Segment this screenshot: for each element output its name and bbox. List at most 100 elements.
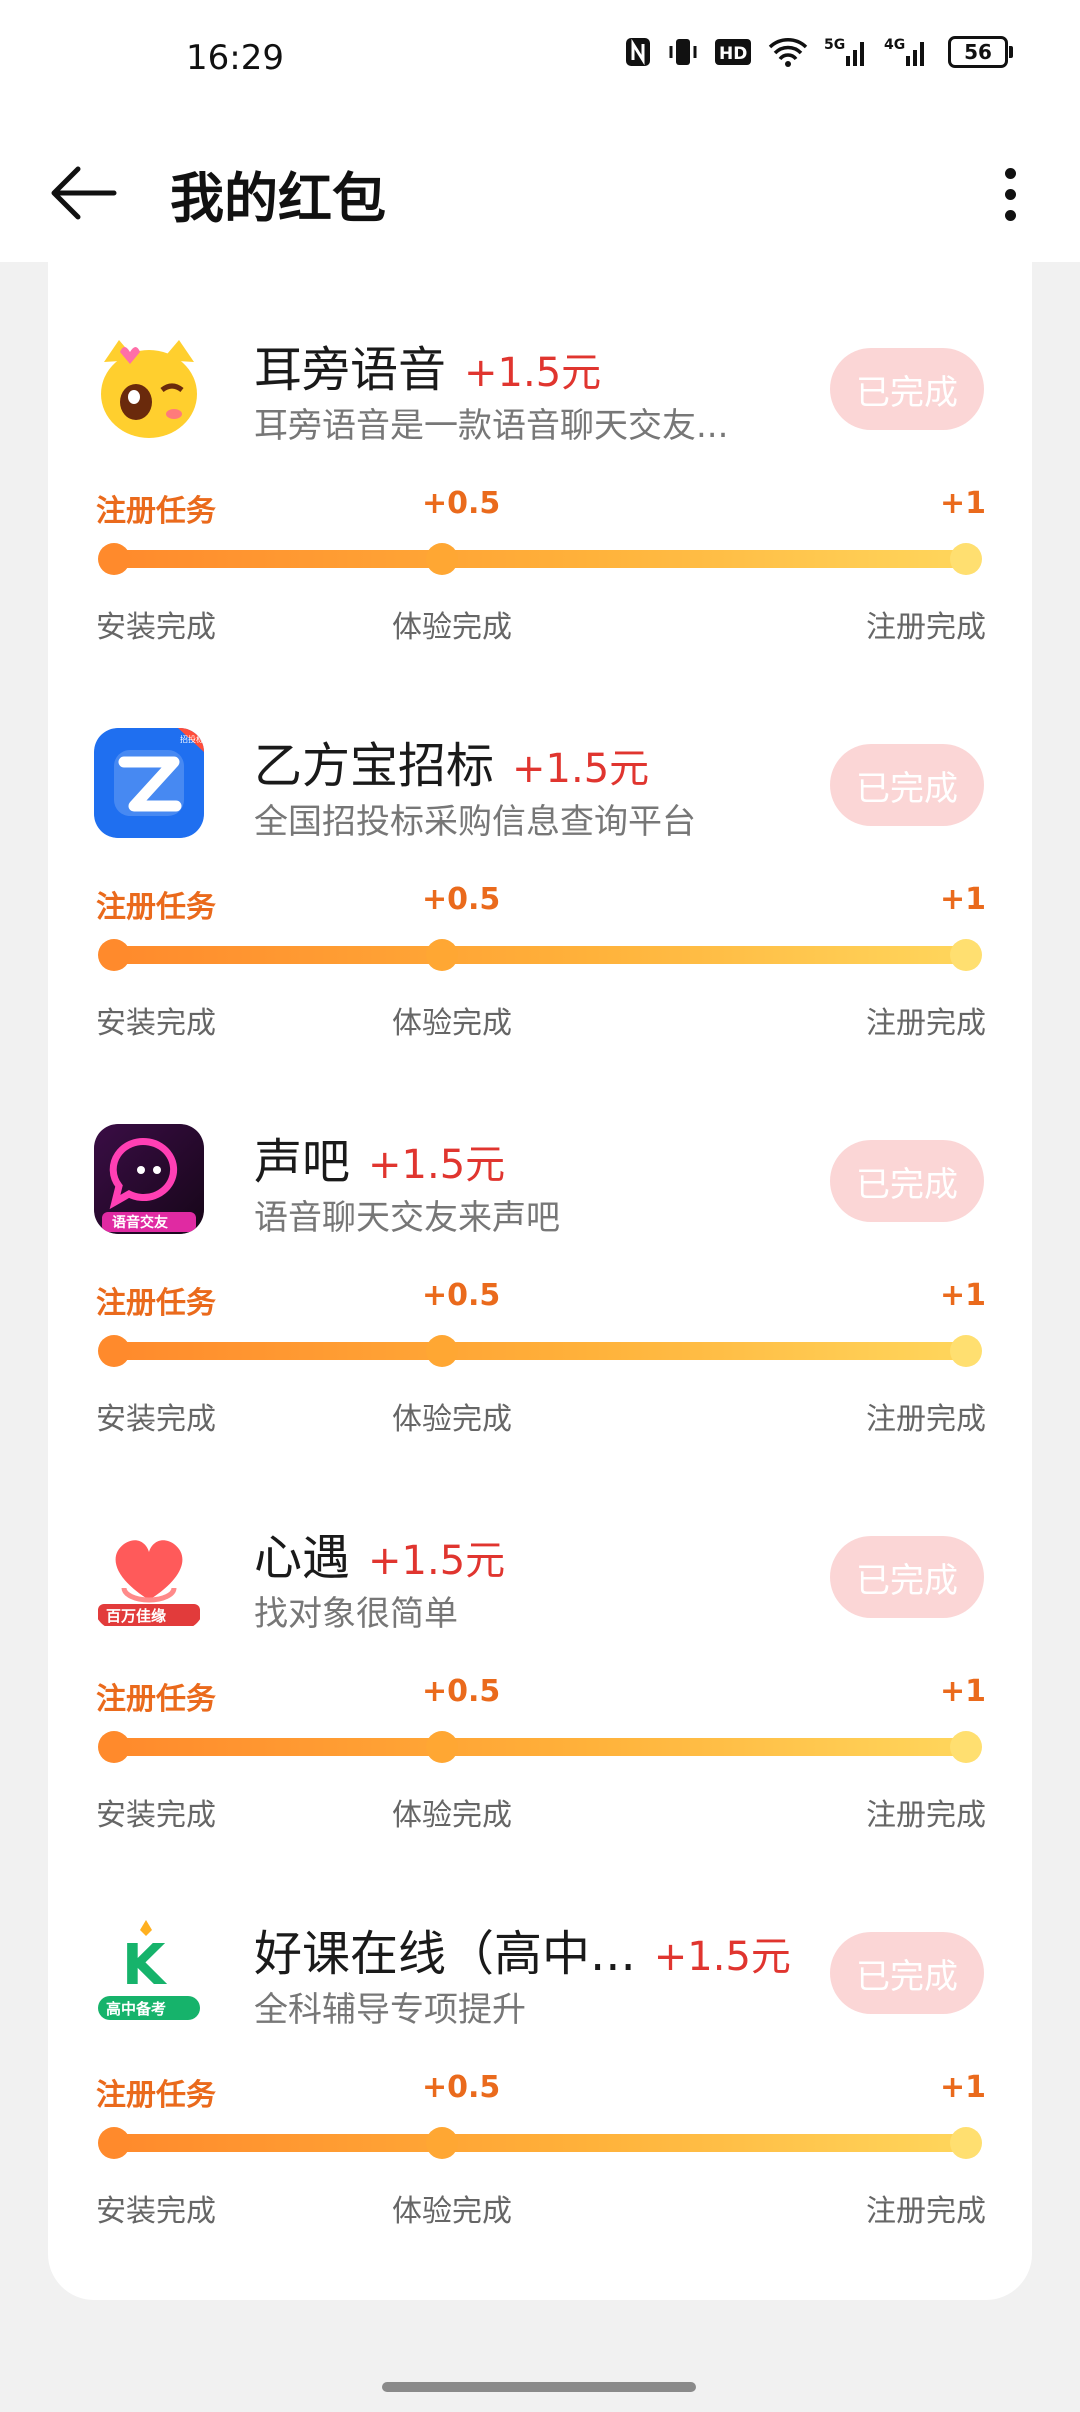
task-item: 百万佳缘 心遇 +1.5元 找对象很简单 已完成 注册任务 +0.5 +1 安装… bbox=[48, 1450, 1032, 1846]
label-install: 安装完成 bbox=[96, 1402, 216, 1437]
step-end-reward: +1 bbox=[939, 1278, 986, 1313]
step-start-label: 注册任务 bbox=[96, 2078, 216, 2113]
heart-icon: 百万佳缘 bbox=[94, 1520, 204, 1630]
arrow-left-icon bbox=[51, 166, 117, 220]
task-item: 耳旁语音 +1.5元 耳旁语音是一款语音聊天交友... 已完成 注册任务 +0.… bbox=[48, 262, 1032, 658]
reward-steps: 注册任务 +0.5 +1 bbox=[96, 2070, 986, 2113]
progress-dot bbox=[98, 543, 130, 575]
step-mid-reward: +0.5 bbox=[422, 486, 501, 521]
more-dot bbox=[1004, 167, 1016, 179]
progress-dot bbox=[426, 1731, 459, 1763]
status-icons: HD 5G 4G 56 bbox=[624, 36, 1013, 68]
completed-button[interactable]: 已完成 bbox=[830, 1140, 984, 1222]
svg-text:4G: 4G bbox=[884, 37, 905, 53]
app-name: 耳旁语音 bbox=[254, 342, 447, 398]
app-title-row: 好课在线（高中... +1.5元 bbox=[254, 1914, 791, 1984]
step-start-label: 注册任务 bbox=[96, 1682, 216, 1717]
app-description: 耳旁语音是一款语音聊天交友... bbox=[254, 406, 729, 446]
chat-bubble-icon: 语音交友 bbox=[94, 1124, 204, 1234]
completed-button[interactable]: 已完成 bbox=[830, 744, 984, 826]
svg-text:语音交友: 语音交友 bbox=[112, 1214, 168, 1231]
app-title-row: 声吧 +1.5元 bbox=[254, 1122, 505, 1192]
svg-text:招投标: 招投标 bbox=[180, 734, 204, 744]
svg-text:高中备考: 高中备考 bbox=[106, 2000, 166, 2018]
svg-text:K: K bbox=[122, 1933, 168, 1998]
progress-dot bbox=[98, 1731, 130, 1763]
task-item: K 高中备考 好课在线（高中... +1.5元 全科辅导专项提升 已完成 注册任… bbox=[48, 1846, 1032, 2242]
app-title-row: 心遇 +1.5元 bbox=[254, 1518, 505, 1588]
step-start-label: 注册任务 bbox=[96, 1286, 216, 1321]
signal-5g-icon: 5G bbox=[824, 36, 868, 68]
progress-dot bbox=[98, 2127, 130, 2159]
wifi-icon bbox=[768, 37, 808, 67]
progress-dot bbox=[98, 939, 130, 971]
progress-labels: 安装完成 体验完成 注册完成 bbox=[96, 2186, 986, 2229]
progress-dot bbox=[950, 1731, 982, 1763]
step-start-label: 注册任务 bbox=[96, 890, 216, 925]
progress-labels: 安装完成 体验完成 注册完成 bbox=[96, 998, 986, 1041]
reward-steps: 注册任务 +0.5 +1 bbox=[96, 486, 986, 529]
progress-dot bbox=[426, 939, 459, 971]
step-mid-reward: +0.5 bbox=[422, 882, 501, 917]
progress-bar bbox=[98, 543, 982, 575]
svg-text:HD: HD bbox=[719, 44, 747, 64]
label-install: 安装完成 bbox=[96, 1798, 216, 1833]
app-title-row: 乙方宝招标 +1.5元 bbox=[254, 726, 649, 796]
task-item: 语音交友 声吧 +1.5元 语音聊天交友来声吧 已完成 注册任务 +0.5 +1… bbox=[48, 1054, 1032, 1450]
back-button[interactable] bbox=[44, 148, 134, 238]
cartoon-cat-icon bbox=[94, 332, 204, 442]
reward-steps: 注册任务 +0.5 +1 bbox=[96, 1674, 986, 1717]
app-description: 找对象很简单 bbox=[254, 1594, 458, 1634]
reward-steps: 注册任务 +0.5 +1 bbox=[96, 1278, 986, 1321]
home-indicator[interactable] bbox=[382, 2382, 696, 2392]
progress-bar bbox=[98, 1335, 982, 1367]
progress-dot bbox=[950, 939, 982, 971]
nfc-icon bbox=[624, 36, 652, 68]
reward-amount: +1.5元 bbox=[368, 1538, 506, 1584]
progress-dot bbox=[426, 543, 459, 575]
task-item: 招投标 乙方宝招标 +1.5元 全国招投标采购信息查询平台 已完成 注册任务 +… bbox=[48, 658, 1032, 1054]
completed-button[interactable]: 已完成 bbox=[830, 1932, 984, 2014]
progress-bar bbox=[98, 939, 982, 971]
label-register: 注册完成 bbox=[866, 610, 986, 645]
label-experience: 体验完成 bbox=[392, 1402, 512, 1437]
progress-dot bbox=[98, 1335, 130, 1367]
label-register: 注册完成 bbox=[866, 1006, 986, 1041]
app-header: 我的红包 bbox=[0, 120, 1080, 262]
label-experience: 体验完成 bbox=[392, 610, 512, 645]
progress-bar bbox=[98, 2127, 982, 2159]
app-description: 全科辅导专项提升 bbox=[254, 1990, 526, 2030]
step-end-reward: +1 bbox=[939, 486, 986, 521]
app-name: 心遇 bbox=[254, 1530, 351, 1586]
svg-text:百万佳缘: 百万佳缘 bbox=[106, 1607, 166, 1625]
svg-text:5G: 5G bbox=[824, 37, 845, 53]
step-end-reward: +1 bbox=[939, 1674, 986, 1709]
completed-button[interactable]: 已完成 bbox=[830, 348, 984, 430]
more-dot bbox=[1004, 188, 1016, 200]
label-register: 注册完成 bbox=[866, 1402, 986, 1437]
label-install: 安装完成 bbox=[96, 610, 216, 645]
hd-icon: HD bbox=[714, 37, 752, 67]
label-experience: 体验完成 bbox=[392, 2194, 512, 2229]
battery-icon: 56 bbox=[948, 36, 1013, 68]
label-experience: 体验完成 bbox=[392, 1006, 512, 1041]
more-dot bbox=[1004, 209, 1016, 221]
progress-labels: 安装完成 体验完成 注册完成 bbox=[96, 1394, 986, 1437]
step-start-label: 注册任务 bbox=[96, 494, 216, 529]
status-bar: 16:29 HD 5G 4G 56 bbox=[0, 0, 1080, 120]
app-name: 好课在线（高中... bbox=[254, 1926, 636, 1982]
progress-dot bbox=[426, 1335, 459, 1367]
completed-button[interactable]: 已完成 bbox=[830, 1536, 984, 1618]
task-list-card: 耳旁语音 +1.5元 耳旁语音是一款语音聊天交友... 已完成 注册任务 +0.… bbox=[48, 262, 1032, 2300]
app-title-row: 耳旁语音 +1.5元 bbox=[254, 330, 601, 400]
more-options-button[interactable] bbox=[970, 154, 1050, 234]
k-logo-icon: K 高中备考 bbox=[94, 1916, 204, 2026]
progress-labels: 安装完成 体验完成 注册完成 bbox=[96, 1790, 986, 1833]
step-end-reward: +1 bbox=[939, 882, 986, 917]
label-install: 安装完成 bbox=[96, 2194, 216, 2229]
step-mid-reward: +0.5 bbox=[422, 1674, 501, 1709]
progress-bar bbox=[98, 1731, 982, 1763]
progress-dot bbox=[950, 1335, 982, 1367]
reward-amount: +1.5元 bbox=[464, 350, 602, 396]
label-experience: 体验完成 bbox=[392, 1798, 512, 1833]
